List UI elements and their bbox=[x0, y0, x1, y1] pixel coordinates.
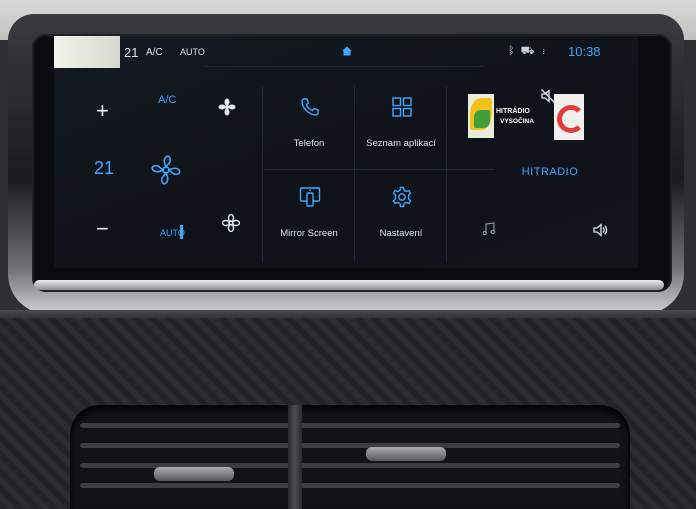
fan-speed-down-icon[interactable] bbox=[222, 214, 240, 232]
mirror-screen-icon bbox=[299, 187, 321, 207]
fan-speed-up-icon[interactable] bbox=[218, 98, 236, 116]
logo-leaf-green bbox=[474, 110, 490, 128]
panel-divider bbox=[262, 86, 263, 262]
logo-text-primary: HITRÁDIO bbox=[496, 108, 530, 115]
car-icon: ⛟ bbox=[520, 45, 541, 57]
panel-divider bbox=[354, 86, 355, 262]
vent-knob-right[interactable] bbox=[366, 447, 446, 461]
speaker-icon[interactable] bbox=[592, 222, 608, 238]
chrome-trim bbox=[34, 280, 664, 290]
app-label: Seznam aplikací bbox=[366, 138, 436, 149]
fan-icon[interactable] bbox=[146, 150, 186, 190]
app-grid-icon bbox=[392, 97, 412, 117]
status-bar: 21 A/C AUTO ᛒ⛟⋮ 10:38 bbox=[54, 36, 638, 68]
settings-icon bbox=[392, 186, 412, 208]
app-tile-seznam-aplikaci[interactable]: Seznam aplikací bbox=[356, 86, 446, 166]
vent-slat bbox=[80, 483, 620, 488]
home-icon[interactable] bbox=[341, 45, 353, 57]
vent-divider bbox=[288, 405, 302, 509]
climate-panel: A/C + 21 − AUTO bbox=[54, 76, 259, 268]
screen-glare bbox=[54, 36, 120, 68]
signal-icon: ⋮ bbox=[540, 45, 554, 57]
phone-icon bbox=[301, 98, 319, 116]
vent-slat bbox=[80, 423, 620, 428]
climate-temperature: 21 bbox=[94, 158, 115, 178]
infotainment-screen: 21 A/C AUTO ᛒ⛟⋮ 10:38 A/C + 21 − AUTO Te… bbox=[54, 36, 638, 268]
status-clock: 10:38 bbox=[568, 44, 601, 59]
station-logo-leaf bbox=[468, 94, 494, 138]
panel-divider bbox=[446, 86, 447, 262]
temp-decrease-button[interactable]: − bbox=[96, 218, 109, 240]
app-label: Telefon bbox=[293, 138, 325, 149]
grid-divider bbox=[264, 169, 494, 170]
status-auto: AUTO bbox=[180, 47, 205, 57]
radio-widget[interactable]: HITRÁDIO VYSOČINA HITRADIO bbox=[462, 82, 638, 268]
climate-ac-button[interactable]: A/C bbox=[158, 94, 176, 106]
status-ac: A/C bbox=[146, 47, 163, 58]
music-note-icon[interactable] bbox=[482, 222, 496, 236]
app-tile-mirror-screen[interactable]: Mirror Screen bbox=[264, 176, 354, 256]
app-tile-nastaveni[interactable]: Nastavení bbox=[356, 176, 446, 256]
temp-increase-button[interactable]: + bbox=[96, 100, 109, 122]
bluetooth-icon: ᛒ bbox=[508, 45, 521, 57]
vent-knob-left[interactable] bbox=[154, 467, 234, 481]
status-underline bbox=[204, 66, 484, 67]
app-label: Nastavení bbox=[379, 228, 423, 239]
station-name: HITRADIO bbox=[521, 166, 579, 178]
air-vent bbox=[70, 405, 630, 509]
logo-ring bbox=[557, 105, 585, 133]
app-tile-telefon[interactable]: Telefon bbox=[264, 86, 354, 166]
logo-text-secondary: VYSOČINA bbox=[500, 118, 534, 125]
auto-level-indicator bbox=[180, 225, 183, 239]
status-icons: ᛒ⛟⋮ bbox=[508, 45, 553, 59]
app-label: Mirror Screen bbox=[280, 228, 338, 239]
status-temperature: 21 bbox=[124, 45, 139, 60]
station-logo-ring bbox=[554, 94, 585, 140]
vent-slat bbox=[80, 443, 620, 448]
